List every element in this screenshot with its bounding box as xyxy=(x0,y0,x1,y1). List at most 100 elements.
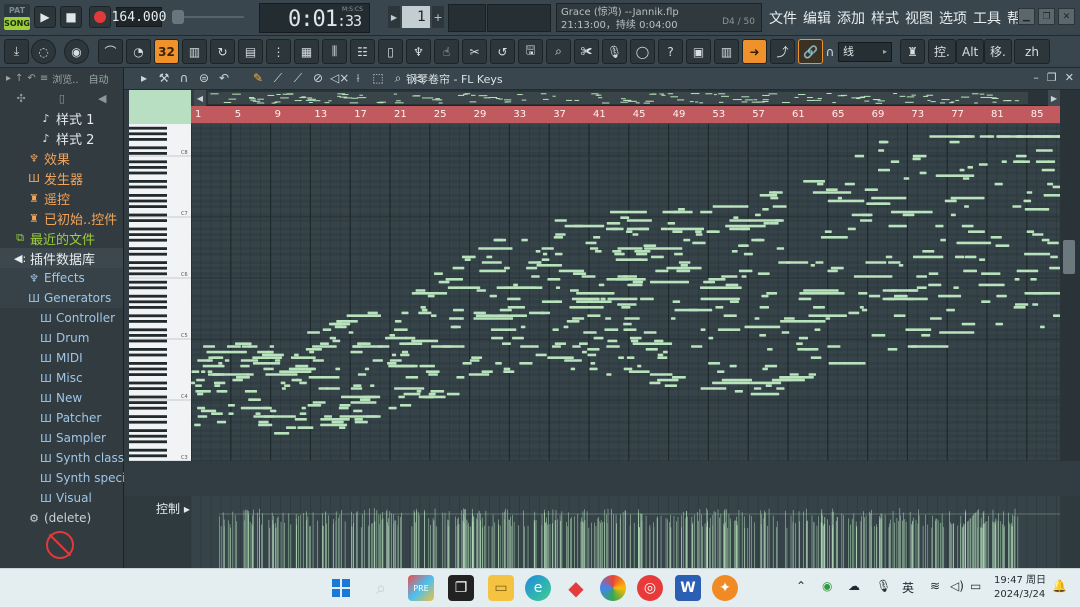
note[interactable] xyxy=(279,370,312,373)
note[interactable] xyxy=(700,387,727,390)
note[interactable] xyxy=(248,398,261,401)
note[interactable] xyxy=(928,272,939,275)
microphone-icon[interactable]: 🎙 xyxy=(876,579,891,593)
note[interactable] xyxy=(626,356,635,359)
note[interactable] xyxy=(350,401,377,404)
note[interactable] xyxy=(810,264,815,267)
note[interactable] xyxy=(370,384,375,387)
note[interactable] xyxy=(570,289,579,292)
note[interactable] xyxy=(236,376,250,379)
note[interactable] xyxy=(570,367,576,371)
mixer-icon[interactable]: ⫼ xyxy=(322,39,347,64)
bar-number[interactable]: 13 xyxy=(314,109,327,120)
note[interactable] xyxy=(762,208,769,211)
sidebar-item-14[interactable]: Ш New xyxy=(0,388,123,408)
note[interactable] xyxy=(513,283,518,287)
note[interactable] xyxy=(750,381,782,385)
note[interactable] xyxy=(657,378,679,382)
note[interactable] xyxy=(486,255,493,259)
ime-indicator[interactable]: 英 xyxy=(902,579,914,596)
menu-file[interactable]: 文件 xyxy=(769,8,797,28)
note[interactable] xyxy=(284,384,291,387)
playlist-icon[interactable]: ▤ xyxy=(238,39,263,64)
note[interactable] xyxy=(394,328,408,331)
note[interactable] xyxy=(359,398,371,401)
bar-timeline[interactable]: 1 5 9 13 17 21 25 29 33 37 41 45 49 53 57 61 65 69 73 77 81 8… xyxy=(191,106,1060,124)
note[interactable] xyxy=(583,331,597,334)
note[interactable] xyxy=(996,135,1004,138)
move-button[interactable]: 移. xyxy=(984,39,1012,64)
note[interactable] xyxy=(962,177,970,180)
note[interactable] xyxy=(389,359,402,362)
download-icon[interactable]: ⤓ xyxy=(4,39,29,64)
note[interactable] xyxy=(519,362,533,365)
note[interactable] xyxy=(502,342,511,345)
note[interactable] xyxy=(357,373,367,376)
note[interactable] xyxy=(253,415,292,418)
file-icon[interactable]: ▯ xyxy=(59,92,65,105)
note[interactable] xyxy=(759,194,778,197)
note[interactable] xyxy=(729,364,737,368)
note[interactable] xyxy=(771,378,805,382)
note[interactable] xyxy=(535,250,541,253)
note[interactable] xyxy=(401,350,409,354)
note[interactable] xyxy=(531,275,540,278)
scroll-right-icon[interactable]: ▶ xyxy=(1048,90,1060,106)
note[interactable] xyxy=(1001,160,1007,163)
note[interactable] xyxy=(206,350,247,354)
note[interactable] xyxy=(332,339,341,343)
note[interactable] xyxy=(916,286,927,289)
note[interactable] xyxy=(385,336,407,340)
note[interactable] xyxy=(785,261,809,264)
sidebar-item-16[interactable]: Ш Sampler xyxy=(0,428,123,448)
note[interactable] xyxy=(552,345,561,348)
note[interactable] xyxy=(241,345,252,348)
note[interactable] xyxy=(353,409,363,413)
paint-icon[interactable]: ⟋ xyxy=(290,71,306,86)
note[interactable] xyxy=(640,297,654,301)
minimize-icon[interactable]: – xyxy=(1033,71,1039,84)
pattern-selector[interactable]: ▶ 1 + xyxy=(388,6,444,28)
note[interactable] xyxy=(536,264,563,267)
note[interactable] xyxy=(810,356,822,359)
note[interactable] xyxy=(624,317,640,320)
note[interactable] xyxy=(959,168,965,172)
word-icon[interactable]: W xyxy=(675,575,701,601)
slide-icon[interactable]: ⤴ xyxy=(770,39,795,64)
note[interactable] xyxy=(667,227,704,231)
note[interactable] xyxy=(988,135,995,138)
taskbar-clock[interactable]: 19:47 周日 2024/3/24 xyxy=(994,574,1046,602)
note[interactable] xyxy=(700,286,742,289)
note[interactable] xyxy=(563,325,569,329)
note[interactable] xyxy=(326,387,340,390)
note[interactable] xyxy=(235,342,252,345)
menu-patterns[interactable]: 样式 xyxy=(871,8,899,28)
note[interactable] xyxy=(263,367,274,371)
bar-number[interactable]: 69 xyxy=(872,109,885,120)
note[interactable] xyxy=(621,306,631,309)
note[interactable] xyxy=(717,370,725,373)
note[interactable] xyxy=(996,294,1007,298)
sidebar-item-3[interactable]: Ш 发生器 xyxy=(0,168,123,188)
note[interactable] xyxy=(295,364,309,368)
note[interactable] xyxy=(898,264,904,267)
note[interactable] xyxy=(456,376,465,379)
note[interactable] xyxy=(637,364,642,368)
note[interactable] xyxy=(453,308,464,312)
note[interactable] xyxy=(678,261,691,264)
note[interactable] xyxy=(815,261,824,264)
note[interactable] xyxy=(630,339,639,343)
note[interactable] xyxy=(197,392,204,396)
note[interactable] xyxy=(662,210,693,214)
note[interactable] xyxy=(825,317,831,320)
note[interactable] xyxy=(1013,160,1022,163)
note[interactable] xyxy=(912,157,921,161)
bar-number[interactable]: 33 xyxy=(513,109,526,120)
note[interactable] xyxy=(825,188,838,191)
note[interactable] xyxy=(930,317,942,320)
note[interactable] xyxy=(683,238,691,242)
note[interactable] xyxy=(240,359,259,362)
bar-number[interactable]: 37 xyxy=(553,109,566,120)
note[interactable] xyxy=(283,432,290,435)
velocity-bars[interactable] xyxy=(191,496,1060,568)
